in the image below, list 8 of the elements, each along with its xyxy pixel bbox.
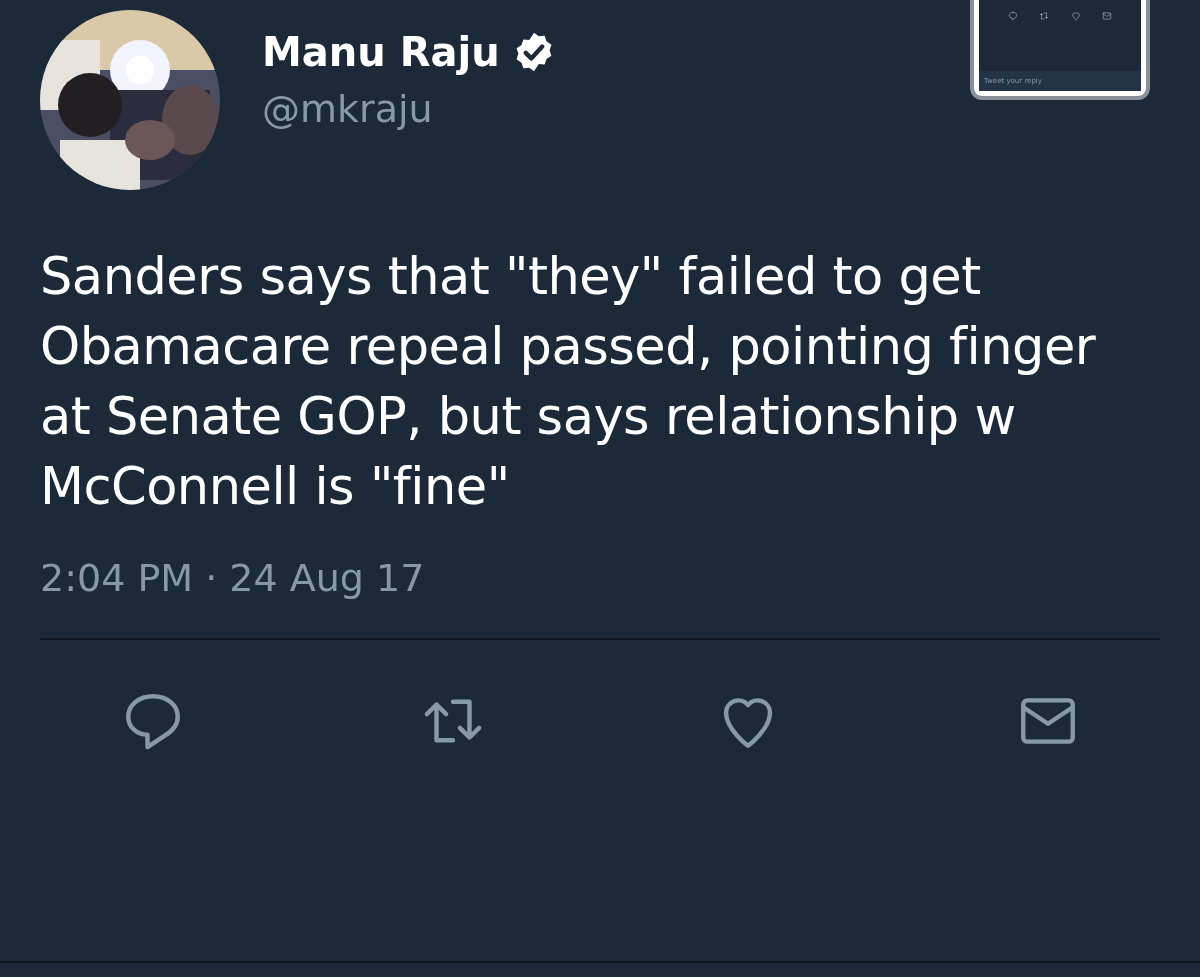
envelope-icon — [1102, 11, 1113, 21]
retweet-icon — [1039, 11, 1050, 21]
tweet-text: Sanders says that "they" failed to get Obamacare repeal passed, pointing finger at Senate GOP, but says relationship w McConnell is "fine" — [39, 246, 1097, 518]
author-name: Manu Raju — [262, 29, 500, 75]
user-handle: @mkraju — [262, 87, 434, 131]
reply-icon — [1007, 11, 1018, 21]
heart-icon — [1070, 11, 1081, 21]
timestamp: 2:04 PM · 24 Aug 17 — [39, 555, 426, 600]
